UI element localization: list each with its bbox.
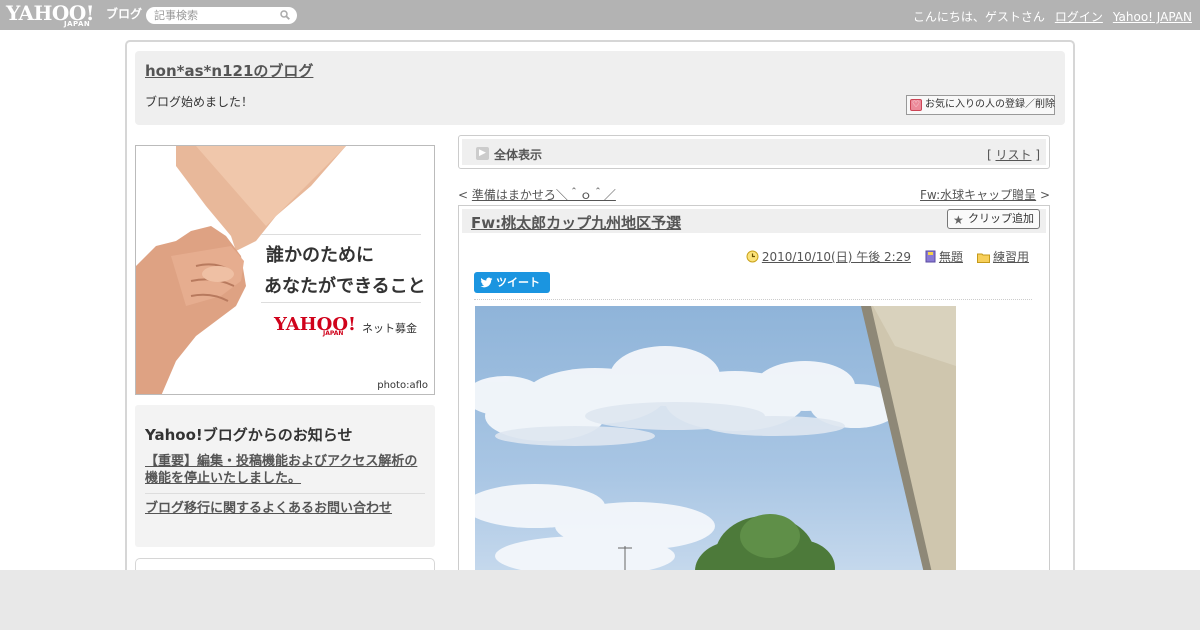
notice-heading: Yahoo!ブログからのお知らせ — [145, 426, 353, 444]
star-icon: ★ — [953, 213, 964, 227]
article-divider — [474, 299, 1032, 300]
prev-article: < 準備はまかせろ＼＾ｏ＾／ — [458, 186, 616, 203]
article: Fw:桃太郎カップ九州地区予選 ★ クリップ追加 2010/10/10(日) 午… — [458, 205, 1050, 586]
logo-service: ブログ — [106, 7, 143, 21]
article-tag[interactable]: 無題 — [939, 250, 963, 264]
show-all-label: 全体表示 — [494, 148, 543, 162]
clock-icon — [746, 250, 759, 263]
next-suffix: > — [1036, 188, 1050, 202]
book-icon — [925, 250, 936, 263]
blog-title[interactable]: hon*as*n121のブログ — [145, 60, 313, 81]
logo-sub: JAPAN — [64, 20, 91, 28]
search-input[interactable] — [154, 8, 274, 23]
tweet-button[interactable]: ツイート — [474, 272, 550, 293]
clip-add-button[interactable]: ★ クリップ追加 — [947, 209, 1040, 229]
article-datetime[interactable]: 2010/10/10(日) 午後 2:29 — [762, 250, 911, 264]
article-pager: < 準備はまかせろ＼＾ｏ＾／ Fw:水球キャップ贈呈 > — [458, 186, 1050, 203]
login-link[interactable]: ログイン — [1055, 10, 1103, 24]
clip-button-label: クリップ追加 — [968, 212, 1034, 225]
greeting-text: こんにちは、ゲストさん — [912, 10, 1045, 24]
search-icon[interactable] — [280, 10, 290, 20]
sky-photo — [475, 306, 956, 586]
article-meta: 2010/10/10(日) 午後 2:29 無題 練習用 — [746, 248, 1029, 265]
footer-band — [0, 570, 1200, 630]
ad-headline-2: あなたができること — [264, 276, 426, 297]
handshake-image — [136, 146, 346, 394]
ad-photo-credit: photo:aflo — [377, 380, 428, 391]
top-bar: YAHOO! JAPAN ブログ こんにちは、ゲストさんログイン Yahoo! J… — [0, 0, 1200, 30]
ad-rule-top — [261, 234, 421, 235]
folder-icon — [976, 253, 990, 263]
ad-rule-bottom — [261, 302, 421, 303]
yahoo-blog-logo[interactable]: YAHOO! JAPAN ブログ — [6, 2, 142, 28]
heart-icon: ♡ — [910, 99, 922, 111]
notice-link-faq[interactable]: ブログ移行に関するよくあるお問い合わせ — [145, 500, 430, 517]
notice-box: Yahoo!ブログからのお知らせ 【重要】編集・投稿機能およびアクセス解析の機能… — [135, 405, 435, 547]
list-bracket-close: ] — [1031, 148, 1040, 162]
view-mode-bar: ▶ 全体表示 [ リスト ] — [458, 135, 1050, 169]
favorite-button-label: お気に入りの人の登録／削除 — [925, 99, 1055, 110]
ad-brand: YAHOO! — [274, 314, 356, 335]
next-article-link[interactable]: Fw:水球キャップ贈呈 — [920, 188, 1036, 202]
tweet-label: ツイート — [496, 276, 540, 289]
next-article: Fw:水球キャップ贈呈 > — [920, 186, 1050, 203]
notice-divider — [145, 493, 425, 494]
ad-brand-sub: JAPAN — [323, 330, 344, 337]
article-category[interactable]: 練習用 — [993, 250, 1029, 264]
ad-service: ネット募金 — [362, 322, 417, 335]
ad-headline-1: 誰かのために — [266, 245, 374, 266]
article-photo[interactable] — [475, 306, 956, 586]
list-view-toggle: [ リスト ] — [987, 146, 1040, 163]
yahoo-japan-link[interactable]: Yahoo! JAPAN — [1113, 10, 1192, 24]
view-mode-inner: ▶ 全体表示 [ リスト ] — [462, 139, 1046, 165]
blog-description: ブログ始めました！ — [145, 95, 254, 109]
user-menu: こんにちは、ゲストさん ログイン Yahoo! JAPAN — [903, 8, 1192, 25]
blog-header: hon*as*n121のブログ ブログ始めました！ ♡ お気に入りの人の登録／削… — [135, 51, 1065, 125]
prev-article-link[interactable]: 準備はまかせろ＼＾ｏ＾／ — [472, 188, 616, 202]
notice-link-important[interactable]: 【重要】編集・投稿機能およびアクセス解析の機能を停止いたしました。 — [145, 453, 430, 487]
list-view-link[interactable]: リスト — [995, 148, 1031, 162]
article-title[interactable]: Fw:桃太郎カップ九州地区予選 — [471, 212, 681, 233]
arrow-right-icon: ▶ — [476, 147, 489, 160]
donation-ad-banner[interactable]: 誰かのために あなたができること YAHOO! JAPAN ネット募金 phot… — [135, 145, 435, 395]
article-search — [146, 7, 297, 24]
twitter-bird-icon — [480, 277, 493, 288]
article-header: Fw:桃太郎カップ九州地区予選 ★ クリップ追加 — [462, 209, 1046, 233]
favorite-register-button[interactable]: ♡ お気に入りの人の登録／削除 — [906, 95, 1055, 115]
prev-prefix: < — [458, 188, 472, 202]
